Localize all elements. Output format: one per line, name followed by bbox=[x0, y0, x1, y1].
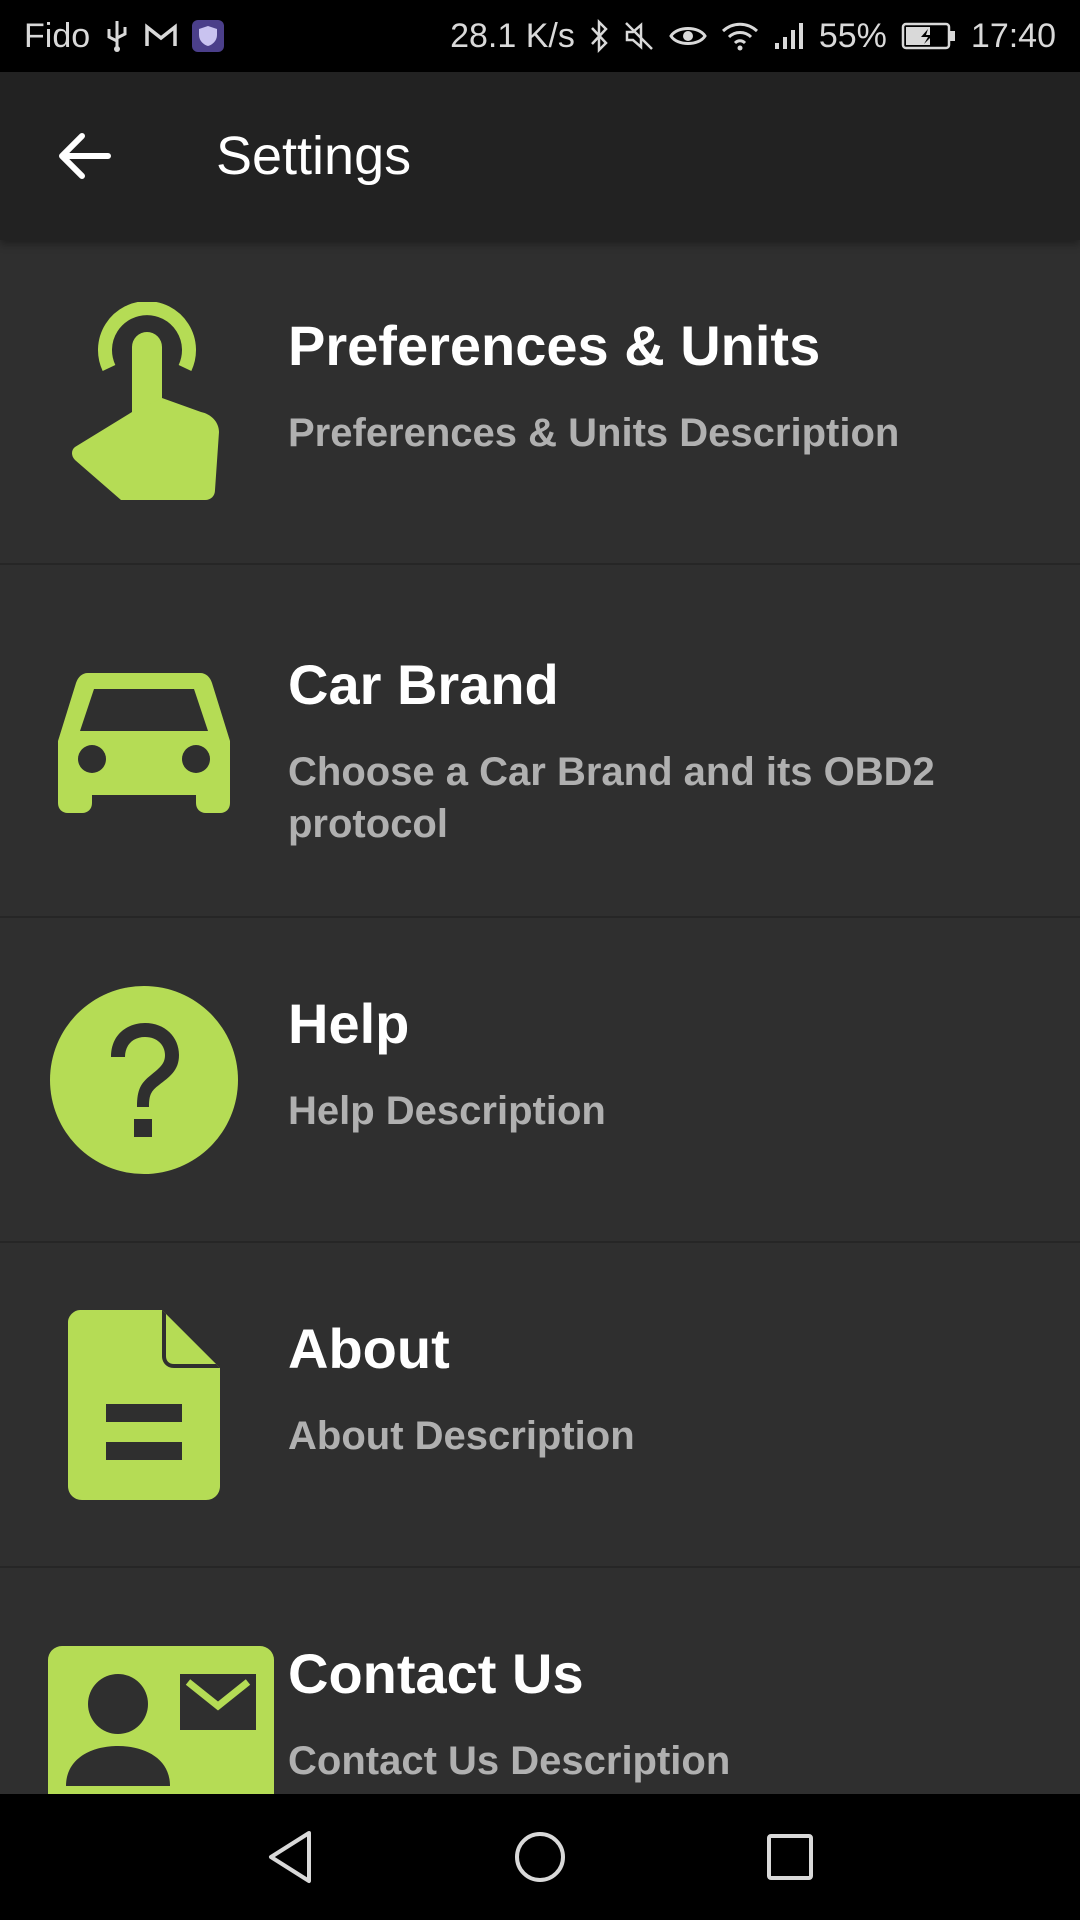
status-left: Fido bbox=[24, 16, 225, 56]
battery-level: 55% bbox=[818, 16, 887, 55]
back-button[interactable] bbox=[24, 96, 144, 216]
vpn-shield-icon bbox=[192, 20, 225, 52]
settings-item-description: About Description bbox=[288, 1414, 635, 1459]
nav-recents-button[interactable] bbox=[750, 1817, 830, 1897]
mail-icon bbox=[144, 23, 178, 49]
settings-item-description: Preferences & Units Description bbox=[288, 411, 900, 456]
settings-item-title: Preferences & Units bbox=[288, 314, 821, 377]
net-speed: 28.1 K/s bbox=[450, 16, 575, 55]
nav-home-icon bbox=[515, 1832, 565, 1882]
touch-hand-icon bbox=[0, 240, 288, 563]
settings-list: Preferences & Units Preferences & Units … bbox=[0, 240, 1080, 1794]
wifi-icon bbox=[721, 21, 759, 51]
mute-icon bbox=[623, 20, 655, 52]
settings-item-about[interactable]: About About Description bbox=[0, 1243, 1080, 1568]
eye-icon bbox=[669, 23, 707, 49]
settings-item-description: Help Description bbox=[288, 1089, 606, 1134]
carrier-name: Fido bbox=[24, 16, 91, 55]
settings-item-title: Help bbox=[288, 992, 410, 1055]
nav-back-icon bbox=[269, 1831, 311, 1883]
navigation-bar bbox=[0, 1794, 1080, 1920]
document-icon bbox=[0, 1243, 288, 1566]
contact-card-icon bbox=[48, 1646, 274, 1794]
clock: 17:40 bbox=[970, 16, 1056, 55]
nav-back-button[interactable] bbox=[250, 1817, 330, 1897]
signal-icon bbox=[773, 21, 805, 51]
settings-item-description: Contact Us Description bbox=[288, 1739, 731, 1784]
page-title: Settings bbox=[216, 126, 412, 186]
settings-item-help[interactable]: Help Help Description bbox=[0, 918, 1080, 1243]
nav-home-button[interactable] bbox=[500, 1817, 580, 1897]
car-icon bbox=[0, 565, 288, 916]
settings-item-car-brand[interactable]: Car Brand Choose a Car Brand and its OBD… bbox=[0, 565, 1080, 918]
settings-item-title: Contact Us bbox=[288, 1642, 584, 1705]
nav-recents-icon bbox=[767, 1834, 813, 1880]
arrow-back-icon bbox=[59, 133, 111, 179]
help-circle-icon bbox=[0, 918, 288, 1241]
bluetooth-icon bbox=[589, 19, 609, 53]
status-bar: Fido 28.1 K/s 55% 17:40 bbox=[0, 0, 1080, 72]
usb-icon bbox=[104, 19, 130, 53]
settings-item-title: Car Brand bbox=[288, 653, 559, 716]
settings-item-description: Choose a Car Brand and its OBD2 protocol bbox=[288, 750, 935, 847]
app-bar: Settings bbox=[0, 72, 1080, 240]
settings-item-preferences[interactable]: Preferences & Units Preferences & Units … bbox=[0, 240, 1080, 565]
settings-item-title: About bbox=[288, 1317, 450, 1380]
status-right: 28.1 K/s 55% 17:40 bbox=[450, 17, 1056, 56]
battery-charging-icon bbox=[901, 21, 957, 51]
settings-item-contact-us[interactable]: Contact Us Contact Us Description bbox=[0, 1568, 1080, 1794]
